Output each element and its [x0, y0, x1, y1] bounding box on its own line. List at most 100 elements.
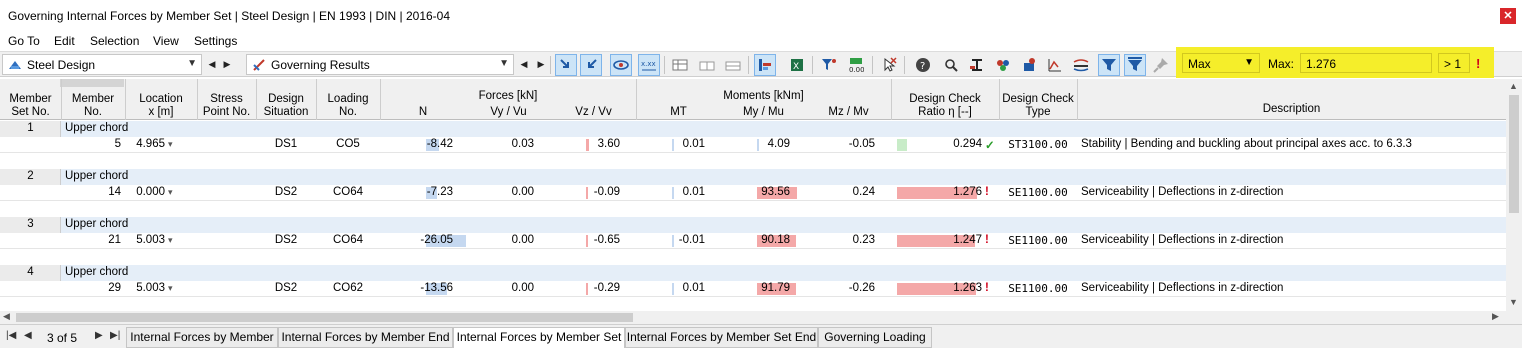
col-header-stress-point[interactable]: Stress Point No.: [197, 93, 256, 119]
member-set-no: 4: [27, 266, 34, 278]
table-row[interactable]: 5 4.965 ▾ DS1 CO5 -8.42 0.03 3.60 0.01 4.09 -0.05 0…: [0, 137, 1506, 153]
table-row[interactable]: 21 5.003 ▾ DS2 CO64 -26.05 0.00 -0.65 -0.01 90.18…: [0, 233, 1506, 249]
prev-result-button[interactable]: ◀: [518, 56, 530, 73]
column-divider: [891, 79, 892, 120]
vertical-scrollbar[interactable]: ▲ ▼: [1506, 79, 1522, 311]
col-header-my[interactable]: My / Mu: [721, 106, 806, 119]
filter-bar-icon[interactable]: [1124, 54, 1146, 76]
moment-mz: 0.24: [852, 186, 875, 198]
pin-icon[interactable]: [1150, 54, 1172, 76]
design-situation: DS1: [274, 138, 298, 150]
col-header-mt[interactable]: MT: [636, 106, 721, 119]
next-module-button[interactable]: ▶: [221, 56, 233, 73]
last-page-icon[interactable]: ▶|: [110, 330, 120, 341]
col-header-member[interactable]: Member No.: [61, 93, 125, 119]
group-row[interactable]: 3 Upper chord: [0, 217, 1506, 264]
group-row[interactable]: 4 Upper chord: [0, 265, 1506, 311]
separator: [872, 56, 873, 74]
col-header-description[interactable]: Description: [1077, 103, 1506, 116]
member-no: 14: [108, 186, 121, 198]
menu-goto[interactable]: Go To: [8, 34, 40, 48]
chevron-down-icon: ▼: [187, 58, 197, 69]
horizontal-scroll-thumb[interactable]: [16, 313, 633, 322]
col-header-vz[interactable]: Vz / Vv: [551, 106, 636, 119]
prev-page-icon[interactable]: ◀: [24, 330, 32, 341]
select-cancel-icon[interactable]: [878, 54, 900, 76]
menu-edit[interactable]: Edit: [54, 34, 75, 48]
menu-selection[interactable]: Selection: [90, 34, 139, 48]
scroll-left-icon[interactable]: ◀: [3, 311, 10, 322]
search-icon[interactable]: [940, 54, 962, 76]
next-page-icon[interactable]: ▶: [95, 330, 103, 341]
first-page-icon[interactable]: |◀: [6, 330, 16, 341]
info-icon[interactable]: [1018, 54, 1040, 76]
scroll-up-icon[interactable]: ▲: [1509, 81, 1518, 91]
tab-internal-forces-by-member-set[interactable]: Internal Forces by Member Set: [453, 327, 625, 348]
group-row[interactable]: 2 Upper chord: [0, 169, 1506, 216]
visibility-icon[interactable]: [610, 54, 632, 76]
jump-icon[interactable]: [555, 54, 577, 76]
vertical-scroll-thumb[interactable]: [1509, 95, 1519, 213]
module-combo[interactable]: Steel Design ▼: [2, 54, 202, 75]
max-value-field[interactable]: 1.276: [1300, 53, 1432, 73]
menu-settings[interactable]: Settings: [194, 34, 237, 48]
col-header-type[interactable]: Design Check Type: [999, 93, 1077, 119]
table-icon[interactable]: [669, 54, 691, 76]
design-ratio: 1.276: [953, 186, 982, 198]
jump-back-icon[interactable]: [580, 54, 602, 76]
design-situation: DS2: [274, 186, 298, 198]
threshold-field[interactable]: > 1: [1438, 53, 1470, 73]
column-divider: [125, 79, 126, 120]
steel-design-icon: [9, 61, 21, 69]
excel-export-icon[interactable]: X: [786, 54, 808, 76]
help-icon[interactable]: ?: [912, 54, 934, 76]
filter-mode-combo[interactable]: Max ▼: [1182, 53, 1260, 73]
horizontal-scrollbar[interactable]: ◀ ▶: [0, 311, 1522, 324]
col-header-ratio[interactable]: Design Check Ratio η [--]: [891, 93, 999, 119]
close-button[interactable]: ✕: [1500, 8, 1516, 24]
table-row[interactable]: 29 5.003 ▾ DS2 CO62 -13.56 0.00 -0.29 0.01 91.79 -…: [0, 281, 1506, 297]
value-000-icon[interactable]: 0.00: [845, 54, 867, 76]
prev-module-button[interactable]: ◀: [206, 56, 218, 73]
colors-icon[interactable]: [992, 54, 1014, 76]
member-result-icon[interactable]: [1070, 54, 1092, 76]
tab-internal-forces-by-member-set-end[interactable]: Internal Forces by Member Set End: [625, 327, 818, 348]
design-ratio: 1.263: [953, 282, 982, 294]
bar-chart-icon[interactable]: [754, 54, 776, 76]
menu-view[interactable]: View: [153, 34, 179, 48]
moment-my: 90.18: [761, 234, 790, 246]
col-header-location[interactable]: Location x [m]: [125, 93, 197, 119]
next-result-button[interactable]: ▶: [535, 56, 547, 73]
table-rows-icon[interactable]: [722, 54, 744, 76]
location-filter-icon: ▾: [168, 235, 173, 245]
filter-icon[interactable]: [1098, 54, 1120, 76]
column-divider: [316, 79, 317, 120]
column-divider: [256, 79, 257, 120]
table-columns-icon[interactable]: [696, 54, 718, 76]
design-ratio: 0.294: [953, 138, 982, 150]
design-check-type: SE1100.00: [1008, 234, 1068, 247]
scroll-right-icon[interactable]: ▶: [1492, 311, 1499, 322]
xxx-icon[interactable]: x.xx: [638, 54, 660, 76]
col-header-vy[interactable]: Vy / Vu: [466, 106, 551, 119]
col-header-member-set[interactable]: Member Set No.: [0, 93, 61, 119]
scroll-down-icon[interactable]: ▼: [1509, 297, 1518, 307]
check-fail-icon: !: [985, 186, 989, 198]
check-fail-icon: !: [985, 234, 989, 246]
tab-governing-loading[interactable]: Governing Loading: [818, 327, 932, 348]
col-header-n[interactable]: N: [380, 106, 466, 119]
col-header-mz[interactable]: Mz / Mv: [806, 106, 891, 119]
tab-internal-forces-by-member-end[interactable]: Internal Forces by Member End: [278, 327, 453, 348]
col-header-loading[interactable]: Loading No.: [316, 93, 380, 119]
diagram-icon[interactable]: [1044, 54, 1066, 76]
force-n: -13.56: [420, 282, 453, 294]
filter-add-icon[interactable]: [818, 54, 840, 76]
results-combo[interactable]: Governing Results ▼: [246, 54, 514, 75]
section-icon[interactable]: [966, 54, 988, 76]
column-divider: [999, 79, 1000, 120]
member-set-no: 3: [27, 218, 34, 230]
group-row[interactable]: 1 Upper chord: [0, 121, 1506, 168]
tab-internal-forces-by-member[interactable]: Internal Forces by Member: [126, 327, 278, 348]
table-row[interactable]: 14 0.000 ▾ DS2 CO64 -7.23 0.00 -0.09 0.01 93.56 0.…: [0, 185, 1506, 201]
col-header-design-situation[interactable]: Design Situation: [256, 93, 316, 119]
